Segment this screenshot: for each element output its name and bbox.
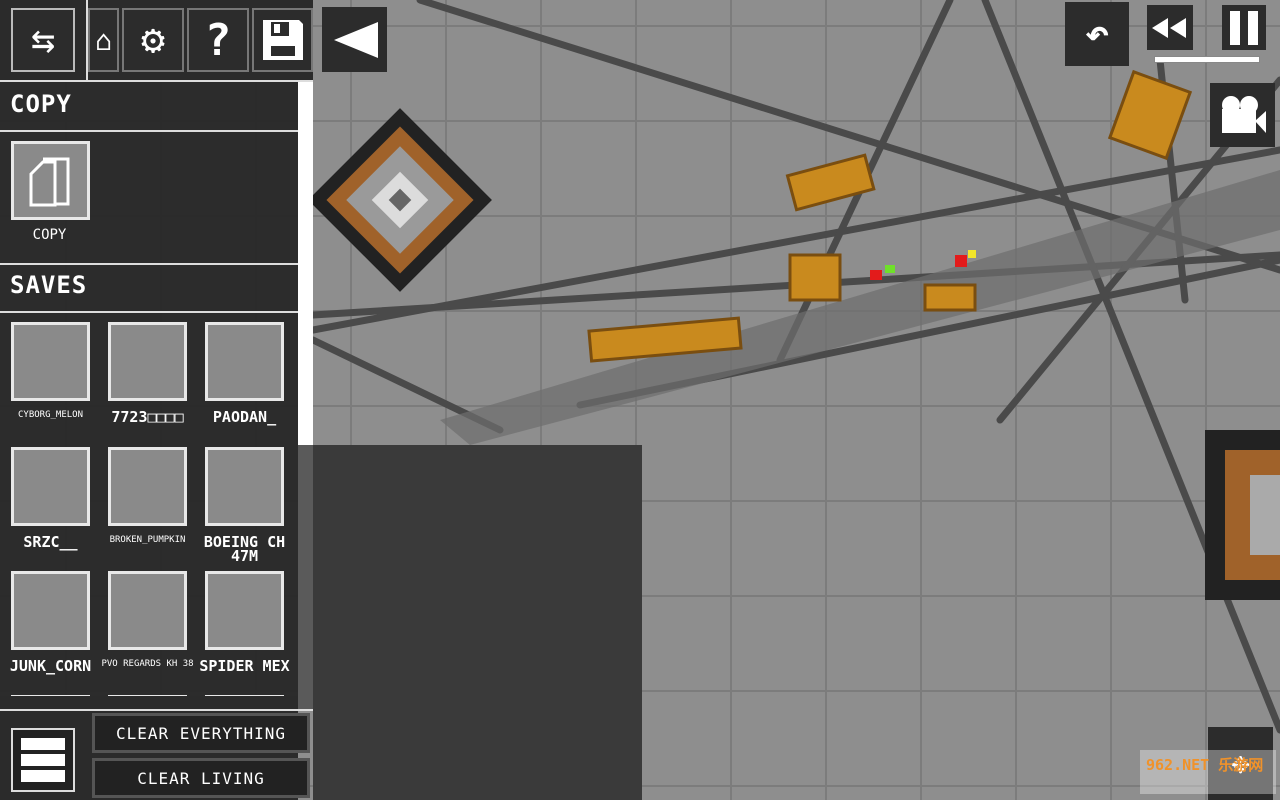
pause-button[interactable] xyxy=(1222,5,1266,50)
clear-everything-button[interactable]: CLEAR EVERYTHING xyxy=(92,713,310,753)
save-thumbnail[interactable] xyxy=(108,322,187,401)
copy-icon xyxy=(29,157,70,207)
hanger-button[interactable]: ⌂ xyxy=(88,8,119,72)
save-thumbnail[interactable] xyxy=(11,447,90,526)
save-thumbnail[interactable] xyxy=(205,447,284,526)
help-icon: ? xyxy=(204,14,232,66)
rewind-button[interactable] xyxy=(1147,5,1193,50)
time-scale-bar[interactable] xyxy=(1154,56,1260,63)
save-icon xyxy=(262,20,303,60)
rewind-icon xyxy=(1152,17,1186,38)
save-thumbnail[interactable] xyxy=(11,571,90,650)
undo-button[interactable]: ↶ xyxy=(1065,2,1129,66)
save-label: SPIDER MEX xyxy=(199,657,290,675)
wheel xyxy=(308,108,492,292)
save-button[interactable] xyxy=(252,8,313,72)
save-label: BROKEN_PUMPKIN xyxy=(109,535,186,545)
camera-button[interactable] xyxy=(1210,83,1275,147)
save-thumbnail[interactable] xyxy=(108,447,187,526)
scrollbar[interactable] xyxy=(298,82,313,709)
dark-block xyxy=(313,445,642,800)
swap-button[interactable]: ⇆ xyxy=(11,8,75,72)
menu-button[interactable] xyxy=(11,728,75,792)
collapse-triangle-icon xyxy=(333,21,378,58)
save-thumbnail[interactable] xyxy=(108,571,187,650)
side-panel: COPY COPY SAVES CYBORG_MELON 7723□□□□ PAOD… xyxy=(0,0,313,800)
menu-icon xyxy=(21,738,65,750)
save-label: PAODAN_ xyxy=(212,408,277,426)
undo-icon: ↶ xyxy=(1084,11,1110,57)
wheel xyxy=(1205,430,1280,600)
hanger-icon: ⌂ xyxy=(95,23,112,57)
save-label: CYBORG_MELON xyxy=(17,410,84,420)
pause-icon xyxy=(1230,10,1240,45)
camera-icon xyxy=(1221,96,1266,133)
swap-arrows-icon: ⇆ xyxy=(30,17,56,63)
save-label: PVO REGARDS KH 38 xyxy=(101,659,194,669)
save-label: JUNK_CORN xyxy=(9,657,92,675)
watermark-logo: 962.NET 乐游网 xyxy=(1140,750,1276,794)
save-thumbnail[interactable] xyxy=(205,571,284,650)
copy-label: COPY xyxy=(32,227,67,243)
save-label: BOEING CH 47M xyxy=(203,533,286,565)
scrollbar-thumb[interactable] xyxy=(298,82,313,445)
save-thumbnail[interactable] xyxy=(205,322,284,401)
save-label: 7723□□□□ xyxy=(111,408,184,426)
settings-button[interactable]: ⚙ xyxy=(122,8,184,72)
collapse-panel-button[interactable] xyxy=(322,7,387,72)
clear-living-button[interactable]: CLEAR LIVING xyxy=(92,758,310,798)
copy-header: COPY xyxy=(10,90,72,118)
gear-icon: ⚙ xyxy=(140,17,166,63)
save-thumbnail[interactable] xyxy=(11,322,90,401)
saves-header: SAVES xyxy=(10,271,88,299)
help-button[interactable]: ? xyxy=(187,8,249,72)
save-label: SRZC__ xyxy=(23,533,78,551)
copy-button[interactable] xyxy=(11,141,90,220)
